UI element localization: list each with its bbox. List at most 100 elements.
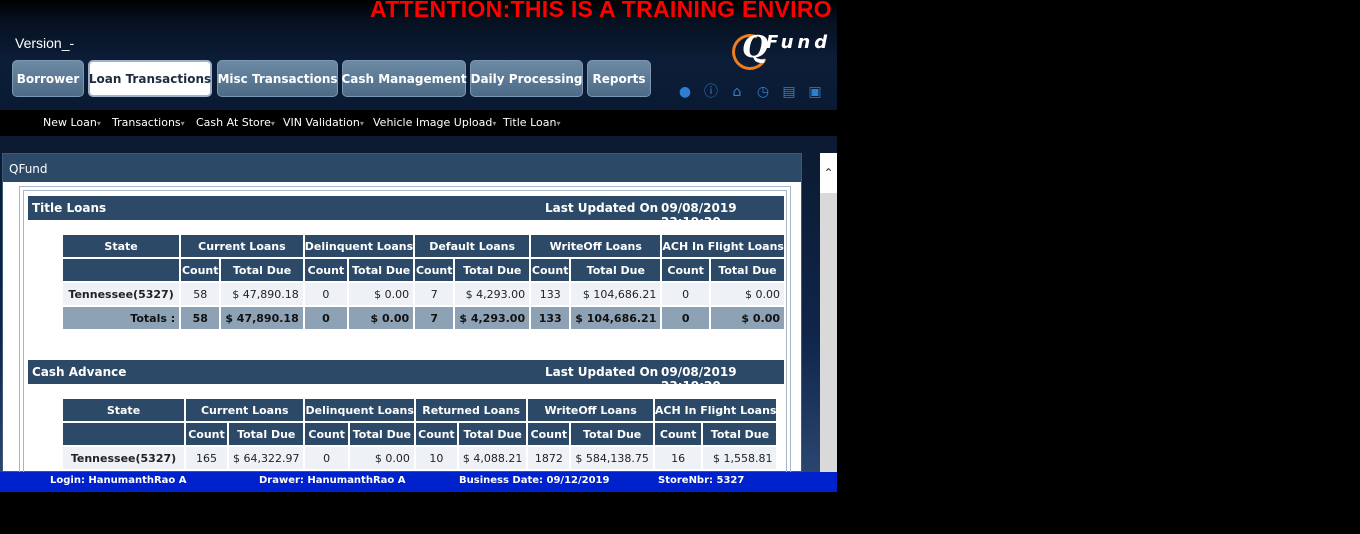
amount-cell: $ 47,890.18 <box>221 307 303 329</box>
col-delinquent-loans: Delinquent Loans <box>305 399 414 421</box>
amount-cell: $ 47,890.18 <box>221 283 303 305</box>
col-count: Count <box>186 423 227 445</box>
col-total-due: Total Due <box>349 423 414 445</box>
panel-inner-content: Title Loans Last Updated On 09/08/2019 2… <box>23 190 787 490</box>
scroll-up-arrow-icon[interactable]: ⌃ <box>820 153 837 193</box>
count-cell: 133 <box>531 307 570 329</box>
amount-cell: $ 104,686.21 <box>571 307 661 329</box>
subnav-transactions[interactable]: Transactions▾ <box>112 116 185 129</box>
col-count: Count <box>415 423 457 445</box>
subnav-vehicle-image-upload[interactable]: Vehicle Image Upload▾ <box>373 116 496 129</box>
subnav-label: Vehicle Image Upload <box>373 116 493 129</box>
col-total-due: Total Due <box>710 259 784 281</box>
user-icon[interactable]: ● <box>676 84 694 100</box>
col-state: State <box>63 399 184 421</box>
panel-inner-frame: Title Loans Last Updated On 09/08/2019 2… <box>19 186 791 490</box>
last-updated-timestamp: 09/08/2019 23:19:20 <box>661 201 737 229</box>
logo-fund: Fund <box>766 32 832 53</box>
tab-reports[interactable]: Reports <box>587 60 651 97</box>
cash-advance-table: State Current Loans Delinquent Loans Ret… <box>61 397 778 471</box>
subnav-new-loan[interactable]: New Loan▾ <box>43 116 101 129</box>
title-loans-header: Title Loans Last Updated On 09/08/2019 2… <box>28 196 784 229</box>
chevron-down-icon: ▾ <box>180 119 185 128</box>
clock-icon[interactable]: ◷ <box>754 84 772 100</box>
col-ach-in-flight-loans: ACH In Flight Loans <box>654 399 777 421</box>
col-current-loans: Current Loans <box>186 399 304 421</box>
amount-cell: $ 1,558.81 <box>703 447 777 469</box>
count-cell: 0 <box>662 307 709 329</box>
col-state: State <box>63 235 180 257</box>
amount-cell: $ 64,322.97 <box>229 447 304 469</box>
col-total-due: Total Due <box>571 423 653 445</box>
chevron-down-icon: ▾ <box>556 119 561 128</box>
title-loans-table: State Current Loans Delinquent Loans Def… <box>61 233 786 331</box>
app-window: ATTENTION:THIS IS A TRAINING ENVIRO Vers… <box>0 0 837 492</box>
subnav-cash-at-store[interactable]: Cash At Store▾ <box>196 116 275 129</box>
amount-cell: $ 584,138.75 <box>571 447 653 469</box>
amount-cell: $ 4,088.21 <box>458 447 527 469</box>
amount-cell: $ 0.00 <box>349 283 414 305</box>
count-cell: 0 <box>305 447 348 469</box>
list-icon[interactable]: ▤ <box>780 84 798 100</box>
col-count: Count <box>662 259 709 281</box>
col-default-loans: Default Loans <box>415 235 530 257</box>
col-count: Count <box>528 423 570 445</box>
home-icon[interactable]: ⌂ <box>728 84 746 100</box>
subnav-label: New Loan <box>43 116 97 129</box>
count-cell: 7 <box>415 283 454 305</box>
count-cell: 10 <box>415 447 457 469</box>
col-delinquent-loans: Delinquent Loans <box>304 235 414 257</box>
amount-cell: $ 0.00 <box>349 447 414 469</box>
business-date: Business Date: 09/12/2019 <box>459 475 610 486</box>
subnav-title-loan[interactable]: Title Loan▾ <box>503 116 560 129</box>
count-cell: 0 <box>304 307 348 329</box>
col-total-due: Total Due <box>221 259 303 281</box>
state-cell: Tennessee(5327) <box>63 447 184 469</box>
subnav-label: VIN Validation <box>283 116 360 129</box>
table-row: Tennessee(5327) 165 $ 64,322.97 0 $ 0.00… <box>63 447 777 469</box>
col-count: Count <box>304 259 348 281</box>
subnav-label: Transactions <box>112 116 181 129</box>
col-count: Count <box>531 259 570 281</box>
col-total-due: Total Due <box>703 423 777 445</box>
amount-cell: $ 4,293.00 <box>455 283 530 305</box>
totals-label: Totals : <box>63 307 180 329</box>
totals-row: Totals : 58 $ 47,890.18 0 $ 0.00 7 $ 4,2… <box>63 307 784 329</box>
tab-loan-transactions[interactable]: Loan Transactions <box>88 60 212 97</box>
qfund-panel: QFund Title Loans Last Updated On 09/08/… <box>2 153 802 490</box>
col-total-due: Total Due <box>229 423 304 445</box>
count-cell: 58 <box>181 283 220 305</box>
tab-borrower[interactable]: Borrower <box>12 60 84 97</box>
state-cell: Tennessee(5327) <box>63 283 180 305</box>
lock-icon[interactable]: ▣ <box>806 84 824 100</box>
tab-misc-transactions[interactable]: Misc Transactions <box>217 60 338 97</box>
version-label: Version_- <box>15 35 75 51</box>
store-number: StoreNbr: 5327 <box>658 475 745 486</box>
section-title: Cash Advance <box>32 365 127 379</box>
vertical-scrollbar[interactable]: ⌃ <box>820 153 837 472</box>
header-icons: ● ⓘ ⌂ ◷ ▤ ▣ <box>676 84 824 100</box>
info-icon[interactable]: ⓘ <box>702 84 720 100</box>
table-row: Tennessee(5327) 58 $ 47,890.18 0 $ 0.00 … <box>63 283 784 305</box>
table-header-row: State Current Loans Delinquent Loans Ret… <box>63 399 777 421</box>
col-total-due: Total Due <box>571 259 661 281</box>
subnav-vin-validation[interactable]: VIN Validation▾ <box>283 116 364 129</box>
subnav-label: Cash At Store <box>196 116 271 129</box>
tab-cash-management[interactable]: Cash Management <box>341 60 467 97</box>
tab-daily-processing[interactable]: Daily Processing <box>470 60 583 97</box>
amount-cell: $ 0.00 <box>710 283 784 305</box>
drawer-info: Drawer: HanumanthRao A <box>259 475 406 486</box>
table-header-row: State Current Loans Delinquent Loans Def… <box>63 235 784 257</box>
col-count: Count <box>654 423 702 445</box>
col-current-loans: Current Loans <box>181 235 303 257</box>
col-count: Count <box>305 423 348 445</box>
sub-navigation: New Loan▾ Transactions▾ Cash At Store▾ V… <box>0 110 837 136</box>
col-writeoff-loans: WriteOff Loans <box>528 399 653 421</box>
col-writeoff-loans: WriteOff Loans <box>531 235 661 257</box>
count-cell: 133 <box>531 283 570 305</box>
training-banner: ATTENTION:THIS IS A TRAINING ENVIRO <box>370 0 832 22</box>
amount-cell: $ 4,293.00 <box>455 307 530 329</box>
col-ach-in-flight-loans: ACH In Flight Loans <box>662 235 784 257</box>
subnav-label: Title Loan <box>503 116 557 129</box>
count-cell: 16 <box>654 447 702 469</box>
